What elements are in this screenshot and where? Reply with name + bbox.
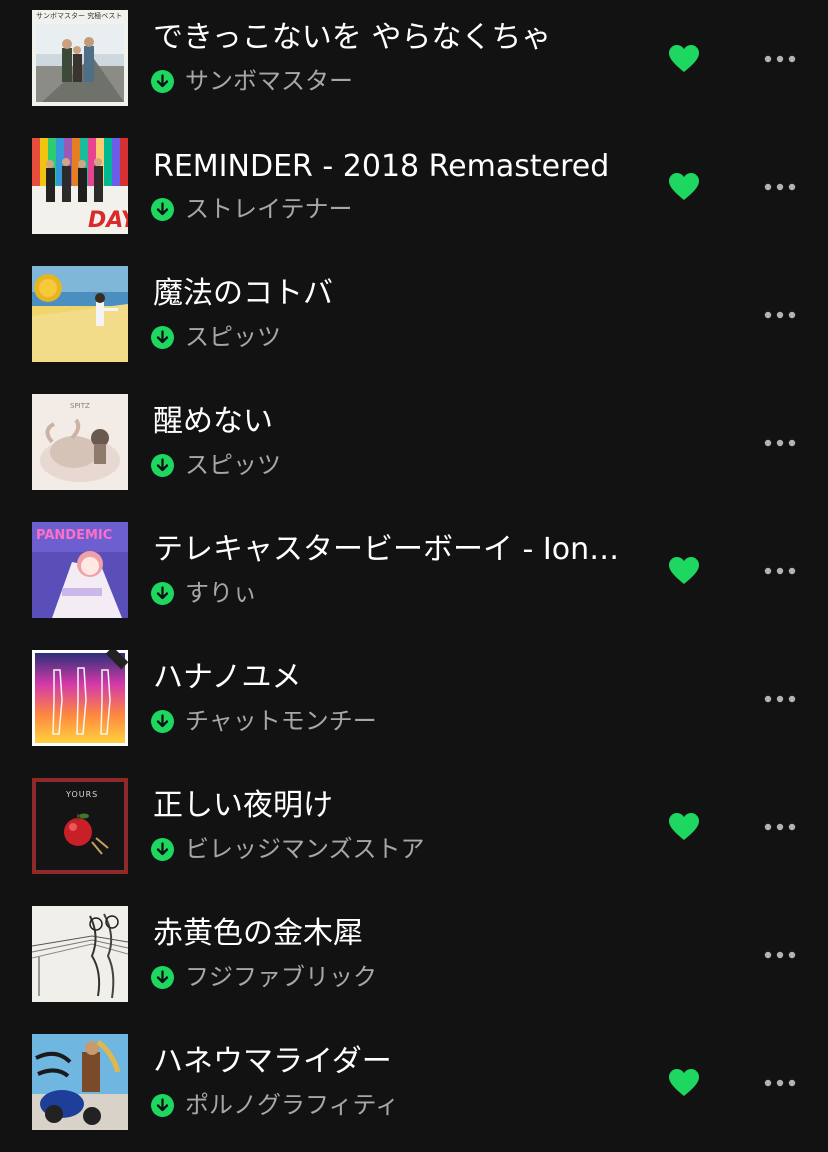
track-title: REMINDER - 2018 Remastered — [153, 149, 610, 184]
more-options-icon[interactable] — [763, 1077, 797, 1089]
more-options-icon[interactable] — [763, 565, 797, 577]
more-options-icon[interactable] — [763, 181, 797, 193]
more-options-icon[interactable] — [763, 821, 797, 833]
album-cover-text: YOURS — [66, 790, 99, 799]
downloaded-icon — [151, 454, 174, 477]
more-options-icon[interactable] — [763, 693, 797, 705]
downloaded-icon — [151, 1094, 174, 1117]
track-row[interactable]: ハネウマライダー ポルノグラフィティ — [0, 1024, 828, 1152]
album-art — [32, 266, 128, 362]
track-artist[interactable]: サンボマスター — [185, 67, 353, 95]
track-artist[interactable]: ストレイテナー — [185, 195, 353, 223]
album-cover-text: SPITZ — [70, 402, 90, 410]
track-title: ハナノユメ — [153, 660, 302, 695]
album-art: YOURS — [32, 778, 128, 874]
album-art: PANDEMIC — [32, 522, 128, 618]
track-title: 醒めない — [153, 404, 273, 439]
track-subtitle: スピッツ — [151, 323, 631, 351]
track-title: ハネウマライダー — [153, 1044, 392, 1079]
track-title: 赤黄色の金木犀 — [153, 916, 363, 951]
downloaded-icon — [151, 70, 174, 93]
downloaded-icon — [151, 198, 174, 221]
track-subtitle: ストレイテナー — [151, 195, 631, 223]
album-art — [32, 906, 128, 1002]
liked-heart-icon[interactable] — [669, 557, 699, 585]
track-artist[interactable]: フジファブリック — [185, 963, 377, 991]
track-row[interactable]: SPITZ 醒めない スピッツ — [0, 384, 828, 512]
album-art: DAY — [32, 138, 128, 234]
downloaded-icon — [151, 966, 174, 989]
track-row[interactable]: PANDEMIC テレキャスタービーボーイ - Ion… すりぃ — [0, 512, 828, 640]
liked-heart-icon[interactable] — [669, 813, 699, 841]
album-cover-text: PANDEMIC — [36, 528, 113, 543]
downloaded-icon — [151, 838, 174, 861]
liked-heart-icon[interactable] — [669, 45, 699, 73]
album-art — [32, 1034, 128, 1130]
track-list: サンボマスター 究極ベスト できっこないを やらなくちゃ サンボマスター DA … — [0, 0, 828, 1145]
album-cover-sketch-icon — [32, 906, 128, 1002]
track-title: テレキャスタービーボーイ - Ion… — [153, 532, 620, 567]
track-row[interactable]: 赤黄色の金木犀 フジファブリック — [0, 896, 828, 1024]
track-row[interactable]: DAY REMINDER - 2018 Remastered ストレイテナー — [0, 128, 828, 256]
track-title: 正しい夜明け — [153, 788, 333, 823]
downloaded-icon — [151, 582, 174, 605]
track-title: できっこないを やらなくちゃ — [153, 20, 552, 55]
track-subtitle: ビレッジマンズストア — [151, 835, 631, 863]
track-artist[interactable]: ポルノグラフィティ — [185, 1091, 399, 1119]
track-subtitle: スピッツ — [151, 451, 631, 479]
album-cover-sun-beach-icon — [32, 266, 128, 362]
track-row[interactable]: YOURS 正しい夜明け ビレッジマンズストア — [0, 768, 828, 896]
album-art — [32, 650, 128, 746]
track-artist[interactable]: すりぃ — [185, 579, 257, 607]
more-options-icon[interactable] — [763, 309, 797, 321]
liked-heart-icon[interactable] — [669, 173, 699, 201]
album-cover-gradient-figures-icon — [32, 650, 128, 746]
more-options-icon[interactable] — [763, 949, 797, 961]
track-subtitle: フジファブリック — [151, 963, 631, 991]
track-artist[interactable]: ビレッジマンズストア — [185, 835, 425, 863]
track-row[interactable]: ハナノユメ チャットモンチー — [0, 640, 828, 768]
album-cover-motorcycle-icon — [32, 1034, 128, 1130]
track-artist[interactable]: スピッツ — [185, 323, 281, 351]
album-cover-text: サンボマスター 究極ベスト — [36, 12, 123, 20]
track-subtitle: すりぃ — [151, 579, 631, 607]
album-cover-text: DAY — [88, 208, 128, 233]
liked-heart-icon[interactable] — [669, 1069, 699, 1097]
track-subtitle: ポルノグラフィティ — [151, 1091, 631, 1119]
track-row[interactable]: サンボマスター 究極ベスト できっこないを やらなくちゃ サンボマスター — [0, 0, 828, 128]
album-cover-photo-beach-icon — [32, 10, 128, 106]
track-row[interactable]: 魔法のコトバ スピッツ — [0, 256, 828, 384]
album-art: サンボマスター 究極ベスト — [32, 10, 128, 106]
track-artist[interactable]: スピッツ — [185, 451, 281, 479]
track-subtitle: チャットモンチー — [151, 707, 631, 735]
track-artist[interactable]: チャットモンチー — [185, 707, 377, 735]
downloaded-icon — [151, 710, 174, 733]
album-art: SPITZ — [32, 394, 128, 490]
more-options-icon[interactable] — [763, 437, 797, 449]
downloaded-icon — [151, 326, 174, 349]
track-subtitle: サンボマスター — [151, 67, 631, 95]
track-title: 魔法のコトバ — [153, 276, 333, 311]
more-options-icon[interactable] — [763, 53, 797, 65]
